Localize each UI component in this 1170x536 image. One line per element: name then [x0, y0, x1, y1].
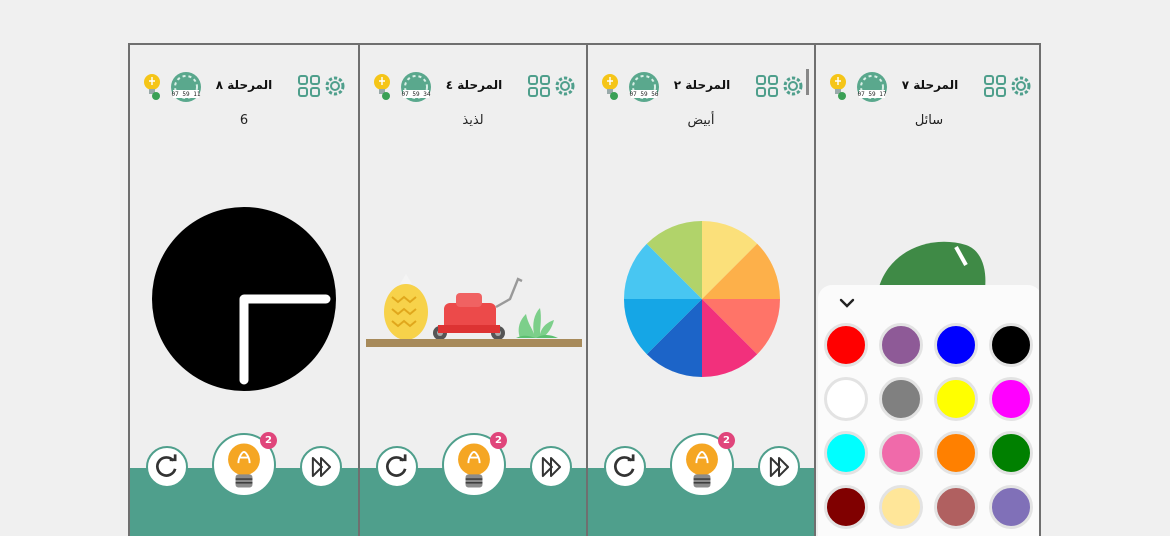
color-swatch[interactable] — [879, 485, 923, 529]
level-screen: 07 59 56 المرحلة ٢ أبيض 2 — [586, 45, 814, 536]
color-swatch[interactable] — [824, 485, 868, 529]
color-swatch[interactable] — [879, 431, 923, 475]
gear-icon[interactable] — [781, 74, 805, 98]
restart-button[interactable] — [146, 446, 188, 488]
color-swatch[interactable] — [989, 323, 1033, 367]
gear-icon[interactable] — [1009, 74, 1033, 98]
color-swatch[interactable] — [934, 431, 978, 475]
restart-button[interactable] — [604, 446, 646, 488]
timer-readout: 07 59 34 — [401, 91, 431, 98]
hint-count-badge: 2 — [260, 432, 277, 449]
restart-button[interactable] — [376, 446, 418, 488]
lightbulb-icon[interactable] — [598, 71, 622, 103]
lightbulb-icon[interactable] — [826, 71, 850, 103]
level-screen: 07 59 11 المرحلة ٨ 6 2 — [130, 45, 358, 536]
level-title: المرحلة ٨ — [215, 78, 273, 92]
top-bar: 07 59 56 المرحلة ٢ — [588, 69, 814, 105]
color-swatch[interactable] — [989, 377, 1033, 421]
color-swatch[interactable] — [989, 431, 1033, 475]
pineapple — [384, 284, 428, 340]
timer-readout: 07 59 17 — [857, 91, 887, 98]
level-screen: 07 59 17 المرحلة ٧ سائل — [814, 45, 1039, 536]
timer-readout: 07 59 11 — [171, 91, 201, 98]
hint-count-badge: 2 — [718, 432, 735, 449]
color-swatch[interactable] — [934, 323, 978, 367]
color-swatch[interactable] — [934, 485, 978, 529]
clock-puzzle-art[interactable] — [130, 185, 358, 415]
color-swatch[interactable] — [934, 377, 978, 421]
color-wheel-art[interactable] — [588, 185, 814, 415]
color-palette-sheet — [818, 285, 1039, 536]
lightbulb-icon[interactable] — [140, 71, 164, 103]
color-swatch[interactable] — [824, 431, 868, 475]
color-swatch[interactable] — [824, 377, 868, 421]
timer-icon — [857, 72, 887, 102]
color-swatch[interactable] — [879, 377, 923, 421]
clue-text: لذيذ — [462, 113, 484, 128]
shelf — [366, 339, 582, 347]
timer-icon — [171, 72, 201, 102]
top-bar: 07 59 34 المرحلة ٤ — [360, 69, 586, 105]
game-screens-strip: 07 59 11 المرحلة ٨ 6 2 07 59 34 المرحلة … — [128, 43, 1041, 536]
clue-text: 6 — [239, 113, 249, 128]
levels-grid-icon[interactable] — [984, 75, 1006, 97]
gear-icon[interactable] — [553, 74, 577, 98]
top-bar: 07 59 17 المرحلة ٧ — [816, 69, 1039, 105]
top-bar: 07 59 11 المرحلة ٨ — [130, 69, 358, 105]
skip-button[interactable] — [758, 446, 800, 488]
lightbulb-icon[interactable] — [370, 71, 394, 103]
skip-button[interactable] — [300, 446, 342, 488]
hint-count-badge: 2 — [490, 432, 507, 449]
color-swatch[interactable] — [879, 323, 923, 367]
chevron-down-icon[interactable] — [838, 297, 856, 309]
lawn-mower — [433, 277, 523, 340]
level-title: المرحلة ٤ — [445, 78, 503, 92]
level-title: المرحلة ٧ — [901, 78, 959, 92]
timer-icon — [401, 72, 431, 102]
levels-grid-icon[interactable] — [298, 75, 320, 97]
color-swatch[interactable] — [989, 485, 1033, 529]
clue-text: أبيض — [687, 113, 715, 128]
scrollbar[interactable] — [806, 69, 809, 95]
timer-readout: 07 59 56 — [629, 91, 659, 98]
levels-grid-icon[interactable] — [756, 75, 778, 97]
clue-text: سائل — [914, 113, 944, 128]
gear-icon[interactable] — [323, 74, 347, 98]
level-title: المرحلة ٢ — [673, 78, 731, 92]
color-swatch[interactable] — [824, 323, 868, 367]
level-screen: 07 59 34 المرحلة ٤ لذيذ 2 — [358, 45, 586, 536]
levels-grid-icon[interactable] — [528, 75, 550, 97]
skip-button[interactable] — [530, 446, 572, 488]
shelf-puzzle-art[interactable] — [360, 185, 586, 415]
timer-icon — [629, 72, 659, 102]
plant — [516, 308, 558, 338]
